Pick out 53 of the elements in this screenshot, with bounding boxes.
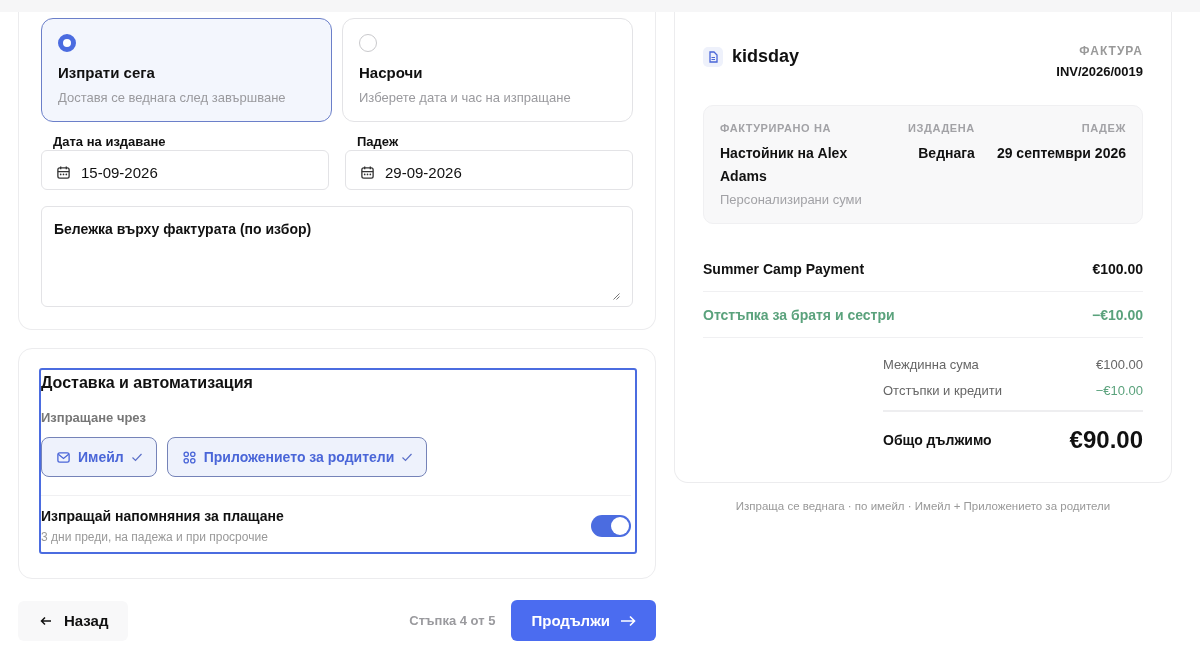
- billed-to-name: Настойник на Alex Adams: [720, 144, 849, 186]
- due-date: 29 септември 2026: [996, 144, 1126, 163]
- option-description: Изберете дата и час на изпращане: [359, 90, 572, 105]
- invoice-number: INV/2026/0019: [1056, 64, 1143, 79]
- date-field[interactable]: 29-09-2026: [345, 150, 633, 190]
- date-field[interactable]: 15-09-2026: [41, 150, 329, 190]
- total-label: Отстъпки и кредити: [883, 383, 1002, 398]
- issued-value: Веднага: [918, 144, 975, 163]
- document-logo-icon: [703, 46, 723, 67]
- total-label: Междинна сума: [883, 357, 979, 372]
- radio-button[interactable]: [58, 34, 76, 52]
- calendar-icon: [56, 164, 71, 180]
- reminder-description: 3 дни преди, на падежа и при просрочие: [41, 530, 269, 544]
- back-button[interactable]: Назад: [18, 600, 129, 641]
- meta-label: ПАДЕЖ: [1081, 122, 1126, 134]
- arrow-left-icon: [40, 615, 52, 626]
- channel-chip[interactable]: Имейл: [41, 437, 157, 477]
- total-amount: €100.00: [1096, 357, 1143, 372]
- grand-total-label: Общо дължимо: [883, 432, 992, 448]
- grid-icon: [181, 449, 197, 465]
- note-field[interactable]: Бележка върху фактурата (по избор): [41, 206, 633, 307]
- check-icon: [401, 451, 414, 463]
- continue-button[interactable]: Продължи: [511, 600, 656, 641]
- line-item-label: Отстъпка за братя и сестри: [703, 307, 895, 323]
- option-title: Изпрати сега: [58, 64, 156, 81]
- send-option-card[interactable]: Изпрати сега Доставя се веднага след завършване: [41, 18, 332, 122]
- line-item-amount: €100.00: [1092, 261, 1143, 277]
- step-indicator: Стъпка 4 от 5: [409, 613, 496, 628]
- channels-label: Изпращане чрез: [41, 410, 148, 425]
- option-title: Насрочи: [359, 64, 424, 81]
- toggle-switch[interactable]: [591, 515, 631, 537]
- line-item-label: Summer Camp Payment: [703, 261, 865, 277]
- billed-to-note: Персонализирани суми: [720, 192, 863, 207]
- line-item-amount: −€10.00: [1092, 307, 1143, 323]
- field-label: Дата на издаване: [53, 134, 166, 149]
- document-label: ФАКТУРА: [1079, 44, 1143, 58]
- check-icon: [130, 451, 143, 463]
- calendar-icon: [360, 164, 375, 180]
- reminder-title: Изпращай напомняния за плащане: [41, 508, 284, 524]
- field-label: Падеж: [357, 134, 399, 149]
- delivery-summary: Изпраща се веднага · по имейл · Имейл + Приложението за родители: [734, 500, 1112, 512]
- channel-chip[interactable]: Приложението за родители: [166, 437, 428, 477]
- arrow-right-icon: [620, 614, 636, 627]
- meta-label: ФАКТУРИРАНО НА: [720, 122, 832, 134]
- send-option-card[interactable]: Насрочи Изберете дата и час на изпращане: [342, 18, 633, 122]
- section-title: Доставка и автоматизация: [41, 374, 254, 392]
- resize-grip-icon[interactable]: [612, 292, 620, 300]
- brand-name: kidsday: [732, 46, 800, 67]
- total-amount: −€10.00: [1095, 383, 1143, 398]
- option-description: Доставя се веднага след завършване: [58, 90, 287, 105]
- grand-total-amount: €90.00: [1069, 426, 1143, 454]
- meta-label: ИЗДАДЕНА: [908, 122, 975, 134]
- envelope-icon: [56, 449, 71, 465]
